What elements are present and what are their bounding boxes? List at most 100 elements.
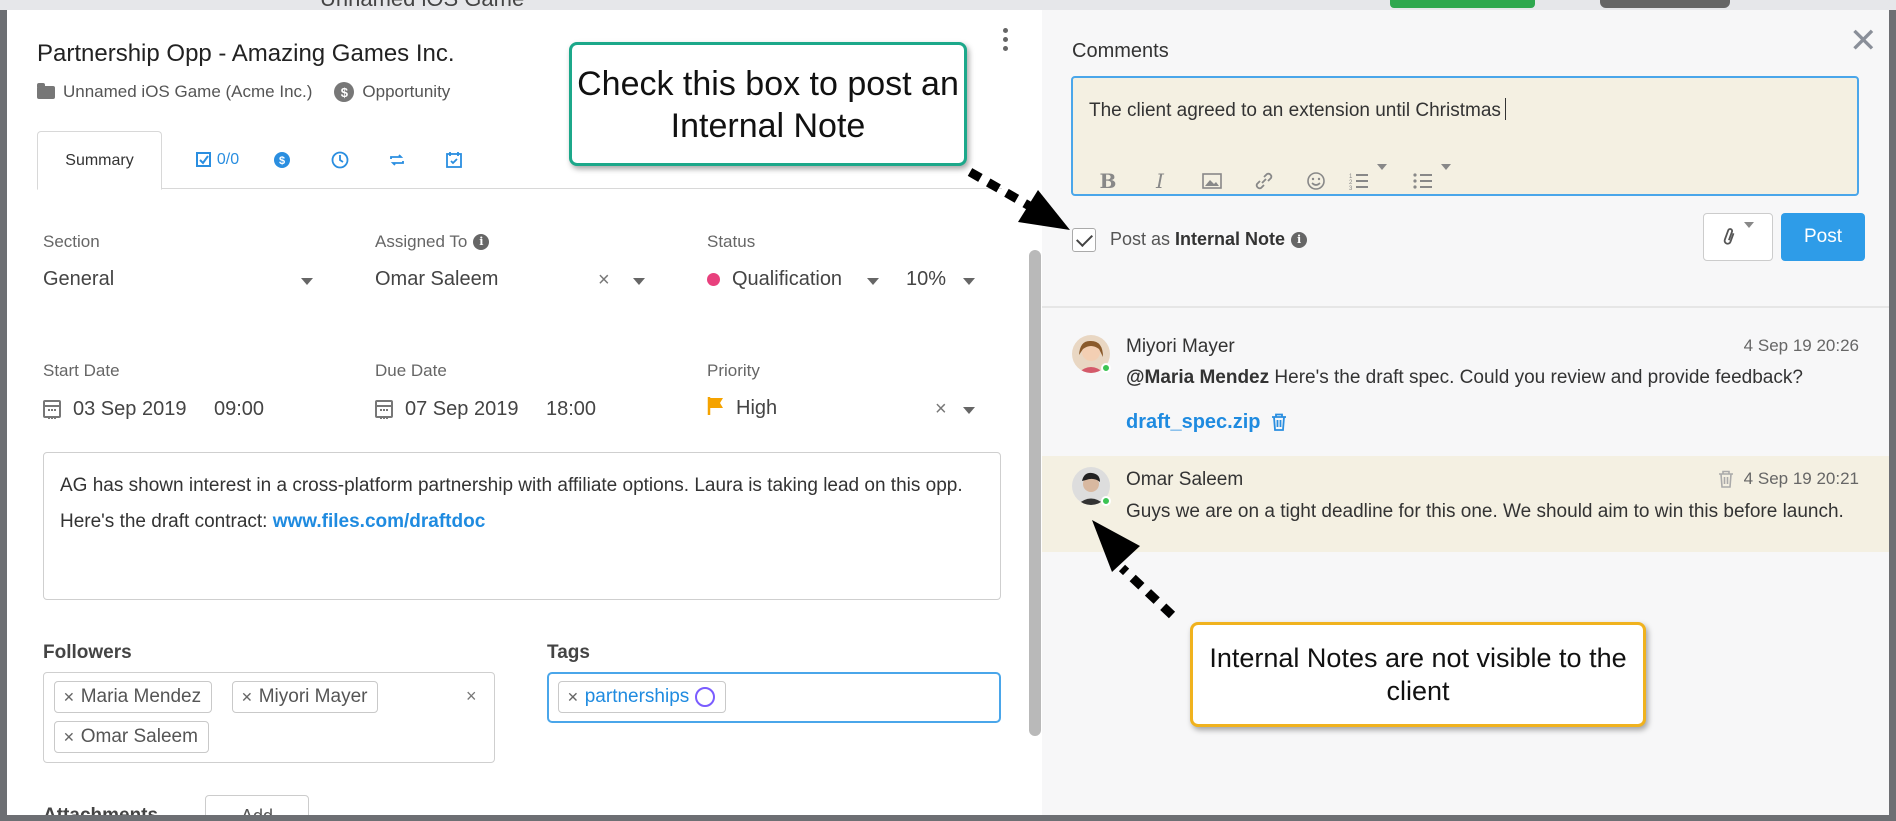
tag-chip: ✕ partnerships (558, 681, 727, 713)
svg-text:$: $ (279, 155, 285, 167)
clear-priority-icon[interactable]: × (935, 399, 947, 419)
status-dot (707, 273, 720, 286)
followers-label: Followers (43, 642, 132, 663)
tags-input[interactable]: ✕ partnerships (547, 672, 1001, 723)
ordered-list-icon[interactable]: 123 (1349, 168, 1399, 194)
background-pill (1600, 0, 1730, 8)
remove-icon[interactable]: ✕ (63, 689, 75, 706)
follower-chip: ✕ Omar Saleem (54, 721, 209, 753)
trash-icon[interactable] (1271, 413, 1287, 431)
follower-chip: ✕ Miyori Mayer (232, 681, 379, 713)
comment-author[interactable]: Miyori Mayer (1126, 336, 1235, 358)
editor-toolbar: B I 123 (1089, 168, 1463, 194)
more-options-icon[interactable] (997, 24, 1013, 54)
start-time-input[interactable]: 09:00 (214, 398, 264, 421)
tab-finance[interactable]: $ (262, 131, 302, 189)
status-select[interactable]: Qualification (732, 268, 842, 291)
link-icon[interactable] (1245, 168, 1283, 194)
project-name: Unnamed iOS Game (Acme Inc.) (63, 82, 313, 101)
file-link[interactable]: draft_spec.zip (1126, 411, 1260, 434)
calendar-icon (375, 400, 393, 419)
info-icon: i (473, 233, 490, 250)
status-label: Status (707, 232, 756, 251)
loading-spinner-icon (695, 687, 716, 707)
add-attachment-button[interactable]: Add (205, 795, 309, 815)
clear-assigned-icon[interactable]: × (598, 270, 610, 290)
bold-icon[interactable]: B (1089, 168, 1127, 194)
tags-label: Tags (547, 642, 590, 663)
description-text: AG has shown interest in a cross-platfor… (60, 475, 963, 496)
description-contract: Here's the draft contract: www.files.com… (60, 511, 486, 532)
mention[interactable]: @Maria Mendez (1126, 367, 1269, 388)
due-date-input[interactable]: 07 Sep 2019 (405, 398, 518, 421)
project-link[interactable]: Unnamed iOS Game (Acme Inc.) (37, 82, 312, 102)
checklist-count: 0/0 (216, 151, 240, 168)
section-select[interactable]: General (43, 268, 114, 291)
online-status (1101, 363, 1111, 373)
tab-schedule[interactable] (434, 131, 474, 189)
background-green-button (1390, 0, 1535, 8)
info-icon: i (1291, 231, 1308, 248)
tab-recurring[interactable] (377, 131, 417, 189)
clock-icon (331, 151, 349, 169)
italic-icon[interactable]: I (1141, 168, 1179, 194)
meta-row: Unnamed iOS Game (Acme Inc.) $ Opportuni… (37, 82, 450, 102)
priority-select[interactable]: High (736, 397, 777, 420)
online-status (1101, 496, 1111, 506)
remove-icon[interactable]: ✕ (63, 729, 75, 746)
svg-text:3: 3 (1349, 186, 1353, 190)
status-percent[interactable]: 10% (906, 268, 946, 291)
remove-icon[interactable]: ✕ (567, 689, 579, 706)
scrollbar[interactable] (1029, 250, 1041, 736)
folder-icon (37, 82, 55, 99)
calendar-check-icon (446, 152, 462, 168)
followers-field[interactable]: ✕ Maria Mendez ✕ Miyori Mayer ✕ Omar Saleem… (43, 672, 495, 763)
emoji-icon[interactable] (1297, 168, 1335, 194)
type-label: Opportunity (362, 82, 451, 101)
internal-note-checkbox[interactable] (1072, 228, 1096, 252)
chevron-down-icon[interactable] (301, 278, 313, 285)
chevron-down-icon[interactable] (963, 278, 975, 285)
chevron-down-icon (1744, 228, 1754, 246)
callout-checkbox-hint: Check this box to post an Internal Note (569, 42, 967, 166)
attach-file-button[interactable] (1703, 213, 1773, 261)
comment-author[interactable]: Omar Saleem (1126, 469, 1243, 491)
dollar-icon: $ (274, 152, 290, 168)
flag-icon (707, 397, 723, 415)
image-icon[interactable] (1193, 168, 1231, 194)
close-icon[interactable]: ✕ (1849, 24, 1878, 58)
tab-time[interactable] (320, 131, 360, 189)
chevron-down-icon[interactable] (963, 407, 975, 414)
assigned-label: Assigned To i (375, 232, 490, 252)
start-date-input[interactable]: 03 Sep 2019 (73, 398, 186, 421)
callout-internal-hint: Internal Notes are not visible to the cl… (1190, 622, 1646, 727)
calendar-icon (43, 400, 61, 419)
comment-time: 4 Sep 19 20:26 (1743, 336, 1859, 355)
comment-input[interactable]: The client agreed to an extension until … (1089, 98, 1506, 122)
repeat-icon (390, 154, 404, 166)
contract-link[interactable]: www.files.com/draftdoc (273, 511, 486, 532)
priority-label: Priority (707, 361, 760, 380)
due-date-label: Due Date (375, 361, 447, 380)
start-date-label: Start Date (43, 361, 120, 380)
follower-chip: ✕ Maria Mendez (54, 681, 213, 713)
comment-text: Guys we are on a tight deadline for this… (1126, 501, 1844, 522)
dollar-icon: $ (334, 82, 355, 102)
divider (1042, 306, 1889, 308)
chevron-down-icon[interactable] (867, 278, 879, 285)
attachments-label: Attachments (43, 805, 158, 815)
tab-checklist[interactable]: 0/0 (187, 131, 247, 189)
comment-time: 4 Sep 19 20:21 (1743, 469, 1859, 488)
chevron-down-icon[interactable] (633, 278, 645, 285)
clear-followers-icon[interactable]: × (466, 687, 477, 705)
post-button[interactable]: Post (1781, 213, 1865, 261)
internal-note-label: Post as Internal Note i (1110, 229, 1308, 250)
tab-summary[interactable]: Summary (37, 131, 162, 190)
remove-icon[interactable]: ✕ (241, 689, 253, 706)
paperclip-icon (1723, 228, 1735, 245)
assigned-select[interactable]: Omar Saleem (375, 268, 498, 291)
comment-editor[interactable]: The client agreed to an extension until … (1071, 76, 1859, 196)
description-box[interactable]: AG has shown interest in a cross-platfor… (43, 452, 1001, 600)
bullet-list-icon[interactable] (1413, 168, 1463, 194)
due-time-input[interactable]: 18:00 (546, 398, 596, 421)
